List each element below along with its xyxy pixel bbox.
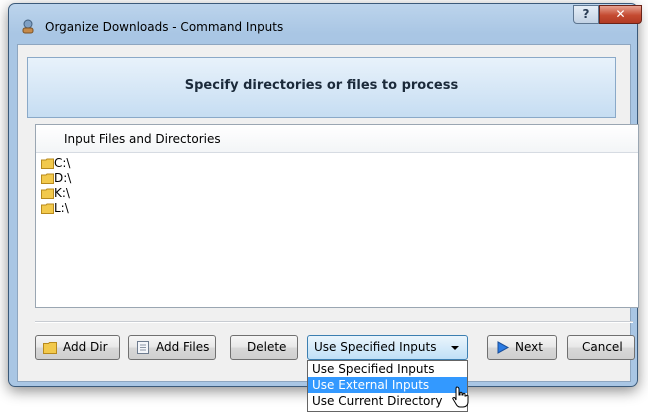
list-item[interactable]: K:\ [36,186,638,201]
chevron-down-icon[interactable] [451,346,459,350]
list-item-label: K:\ [54,186,70,200]
input-mode-selected: Use Specified Inputs [314,340,437,354]
list-item[interactable]: D:\ [36,171,638,186]
add-dir-label: Add Dir [63,340,108,354]
separator [35,321,633,323]
cancel-label: Cancel [582,340,623,354]
title-bar[interactable]: Organize Downloads - Command Inputs ? ✕ [9,4,642,46]
dropdown-option-highlighted[interactable]: Use External Inputs [308,377,467,393]
input-mode-select[interactable]: Use Specified Inputs [307,335,468,360]
window-title: Organize Downloads - Command Inputs [45,20,284,34]
app-icon [22,19,34,34]
list-item-label: L:\ [54,201,69,215]
input-mode-dropdown[interactable]: Use Specified Inputs Use External Inputs… [307,360,468,412]
cancel-button[interactable]: Cancel [567,335,635,360]
close-button[interactable]: ✕ [599,5,642,24]
list-item-label: D:\ [54,171,72,185]
folder-icon [41,203,54,214]
banner-text: Specify directories or files to process [184,78,459,93]
file-icon [137,341,149,354]
list-item[interactable]: L:\ [36,201,638,216]
arrow-right-icon [497,341,510,354]
list-item[interactable]: C:\ [36,156,638,171]
instruction-banner: Specify directories or files to process [27,57,616,118]
list-header[interactable]: Input Files and Directories [36,125,638,153]
dropdown-option[interactable]: Use Current Directory [308,393,467,409]
delete-label: Delete [247,340,287,354]
dropdown-option[interactable]: Use Specified Inputs [308,361,467,377]
help-button[interactable]: ? [573,5,599,24]
folder-icon [41,188,54,199]
folder-icon [43,342,57,354]
folder-icon [41,173,54,184]
list-item-label: C:\ [54,156,71,170]
next-button[interactable]: Next [487,335,557,360]
add-files-button[interactable]: Add Files [128,335,216,360]
mouse-cursor-icon [452,386,469,408]
delete-button[interactable]: Delete [230,335,298,360]
add-dir-button[interactable]: Add Dir [35,335,120,360]
folder-icon [41,158,54,169]
next-label: Next [515,340,543,354]
input-list[interactable]: Input Files and Directories C:\ D:\ K:\ … [35,124,639,308]
add-files-label: Add Files [156,340,210,354]
